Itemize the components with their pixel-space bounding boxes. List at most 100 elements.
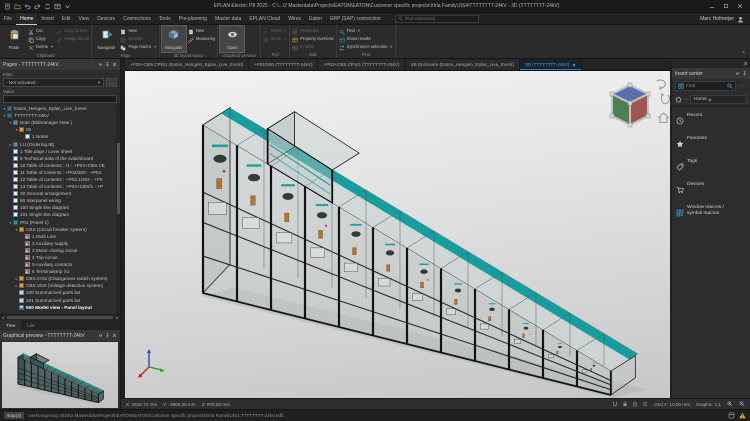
menu-tab-insert[interactable]: Insert xyxy=(37,13,58,25)
tree-item-12-table-of-contents-p03-1-402[interactable]: 12 Table of contents : +P03.1/402 - +P0 xyxy=(0,176,120,183)
ribbon-collapse-icon[interactable]: ˄ xyxy=(742,51,745,56)
insert-center-item-recent[interactable]: Recent xyxy=(674,110,748,132)
close-tab-icon[interactable] xyxy=(572,63,576,67)
close-button[interactable] xyxy=(737,3,743,9)
synchronize-selection-button[interactable]: Synchronize selection▼ xyxy=(339,43,394,50)
navigator-button[interactable]: Navigator xyxy=(94,26,118,52)
chevron-down-icon[interactable] xyxy=(735,71,740,76)
document-tab--p03-cbs-cps-1-eaton-heng[interactable]: +P03+CBS.CPS/1 (Eaton_Hengelo_Eplan_Live… xyxy=(125,59,249,70)
chevron-down-icon[interactable] xyxy=(98,62,103,67)
close-icon[interactable] xyxy=(112,62,117,67)
undo-icon[interactable] xyxy=(24,3,31,10)
lock-icon[interactable] xyxy=(622,401,628,407)
insert-center-item-window[interactable]: Window macros / symbol macros xyxy=(674,202,748,224)
close-icon[interactable] xyxy=(743,61,748,66)
tree-item-100-single-line-diagram[interactable]: 100 Single line diagram xyxy=(0,204,120,211)
zoom-out-icon[interactable] xyxy=(739,401,745,407)
document-tab-3d-tttttttt-24kv-[interactable]: 3D (TTTTTTTT-24kV) xyxy=(520,59,582,70)
filter-more-button[interactable]: … xyxy=(106,78,117,87)
filter-dropdown[interactable]: - Not activated - ▼ xyxy=(3,78,104,87)
value-input[interactable] xyxy=(3,95,117,103)
refresh-icon[interactable] xyxy=(44,3,51,10)
open-button[interactable]: Open xyxy=(220,26,244,52)
pin-icon[interactable] xyxy=(105,333,110,338)
tree-item-cbs-circuit-breaker-system-[interactable]: ▾CBS (Circuit breaker system) xyxy=(0,226,120,233)
new-document-icon[interactable] xyxy=(4,3,11,10)
menu-tab-home[interactable]: Home xyxy=(16,13,37,25)
tree-item-3-motor-closing-circuit[interactable]: 3 Motor closing circuit xyxy=(0,247,120,254)
rotate-view-icon[interactable] xyxy=(657,80,669,104)
zoom-in-icon[interactable] xyxy=(727,401,733,407)
tree-item-00[interactable]: ▾00 xyxy=(0,126,120,133)
pin-icon[interactable] xyxy=(742,71,747,76)
tree-item-4-trip-circuit[interactable]: 4 Trip-circuit xyxy=(0,254,120,261)
customize-dropdown-icon[interactable] xyxy=(64,3,71,10)
delete-button[interactable]: Delete▼ xyxy=(28,43,54,50)
menu-tab-eaton[interactable]: Eaton xyxy=(305,13,326,25)
view-cube[interactable] xyxy=(610,83,650,127)
tree-item-13-table-of-contents-p03-cbs-1[interactable]: 13 Table of contents : +P03+CBS/1 - +P xyxy=(0,183,120,190)
navigator-button[interactable]: Navigator xyxy=(162,26,186,52)
document-tab--p03-cbs-cps-1-tttttttt-2[interactable]: +P03+CBS.CPS/1 (TTTTTTTT-24kV) xyxy=(318,59,405,70)
find-command-input[interactable]: Find command xyxy=(395,15,479,23)
maximize-button[interactable] xyxy=(723,3,729,9)
pages-tab-list[interactable]: List xyxy=(21,320,40,330)
tree-item-10-table-of-contents-1-p03-cbs[interactable]: 10 Table of contents : /1 - +P03+CBS.VE xyxy=(0,162,120,169)
tree-item-200-summarized-parts-list[interactable]: 200 Summarized parts list xyxy=(0,289,120,296)
lock-open-icon[interactable] xyxy=(632,401,638,407)
menu-tab-view[interactable]: View xyxy=(75,13,94,25)
menu-tab-tools[interactable]: Tools xyxy=(155,13,175,25)
menu-tab-devices[interactable]: Devices xyxy=(93,13,119,25)
insert-center-item-devices[interactable]: Devices xyxy=(674,179,748,201)
insert-center-search-input[interactable]: Find xyxy=(675,81,736,91)
close-icon[interactable] xyxy=(112,333,117,338)
tree-item-cbs-vds-voltage-detection-syst[interactable]: ▸CBS.VDS (Voltage detection system) xyxy=(0,282,120,289)
tree-item-lu-ordering-ib-[interactable]: ▸LU (Ordering IB) xyxy=(0,140,120,147)
tree-item-101-single-line-diagram[interactable]: 101 Single line diagram xyxy=(0,211,120,218)
tree-item-5-technical-data-of-the-switch[interactable]: 5 Technical data of the switchboard xyxy=(0,155,120,162)
home-icon[interactable] xyxy=(675,96,682,103)
more-options-icon[interactable]: ⋯ xyxy=(738,81,747,91)
chevron-down-icon[interactable] xyxy=(98,333,103,338)
paste-button[interactable]: Paste xyxy=(2,26,26,52)
pages-tab-tree[interactable]: Tree xyxy=(0,320,21,330)
window-layout-icon[interactable] xyxy=(54,3,61,10)
3d-viewport[interactable] xyxy=(125,71,670,398)
tree-item-cbs-cos-changeover-switch-syst[interactable]: ▸CBS.COS (Changeover switch system) xyxy=(0,275,120,282)
pin-icon[interactable] xyxy=(105,62,110,67)
number-button[interactable]: #Number xyxy=(120,35,156,42)
tree-item-1-notes[interactable]: 1 Notes xyxy=(0,133,120,140)
assign-format-button[interactable]: Assign format xyxy=(56,35,90,42)
in-table-button[interactable]: In table xyxy=(292,43,334,50)
tree-item-1-multi-line[interactable]: 1 Multi Line xyxy=(0,233,120,240)
tree-item-11-table-of-contents-p03-200-p[interactable]: 11 Table of contents : +P03/200 - +P03. xyxy=(0,169,120,176)
tree-item-p01-panel-1-[interactable]: ▾P01 (Panel 1) xyxy=(0,219,120,226)
home-view-icon[interactable] xyxy=(658,113,669,123)
measuring-button[interactable]: Measuring xyxy=(188,35,216,42)
tree-item-tttttttt-24kv[interactable]: ▾TTTTTTTT-24kV xyxy=(0,112,120,119)
open-folder-icon[interactable] xyxy=(14,3,21,10)
tree-item-50-interpanel-wiring[interactable]: 50 Interpanel wiring xyxy=(0,197,120,204)
tree-item-eaton-hengelo-eplan-live-event[interactable]: ▾Eaton_Hengelo_Eplan_Live_Event xyxy=(0,105,120,112)
snap-icon[interactable] xyxy=(612,401,618,407)
tree-item-1-title-page-cover-sheet[interactable]: 1 Title page / cover sheet xyxy=(0,148,120,155)
minimize-button[interactable] xyxy=(709,3,715,9)
find-button[interactable]: Find▼ xyxy=(339,27,394,34)
show-results-button[interactable]: Show results xyxy=(339,35,394,42)
search-icon[interactable] xyxy=(727,83,733,89)
menu-tab-file[interactable]: File xyxy=(0,13,16,25)
tree-item-6-terminalstrip-x1[interactable]: 6 Terminalstrip X1 xyxy=(0,268,120,275)
document-tab--p01-500-tttttttt-24kv-[interactable]: +P01/500 (TTTTTTTT-24kV) xyxy=(249,59,318,70)
insert-center-item-favorites[interactable]: Favorites xyxy=(674,133,748,155)
document-tab-sb-enclosure-eaton-hengel[interactable]: SB.Enclosure (Eaton_Hengelo_Eplan_Live_E… xyxy=(406,59,520,70)
tree-item-note-bidmanager-note-[interactable]: ▾Note (Bidmanager Note ) xyxy=(0,119,120,126)
menu-tab-erp-sap-connection[interactable]: ERP (SAP) connection xyxy=(326,13,385,25)
tree-vertical-scrollbar[interactable] xyxy=(116,105,120,314)
menu-tab-master-data[interactable]: Master data xyxy=(211,13,245,25)
tree-item-500-model-view-panel-layout[interactable]: 500 Model view - Panel layout xyxy=(0,304,120,311)
warning-icon[interactable] xyxy=(739,412,746,419)
back-icon[interactable]: ‹ xyxy=(685,97,687,103)
layers-icon[interactable] xyxy=(642,401,648,407)
move-button[interactable]: Move▼ xyxy=(263,35,287,42)
tree-item-30-general-arrangement[interactable]: 30 General arrangement xyxy=(0,190,120,197)
